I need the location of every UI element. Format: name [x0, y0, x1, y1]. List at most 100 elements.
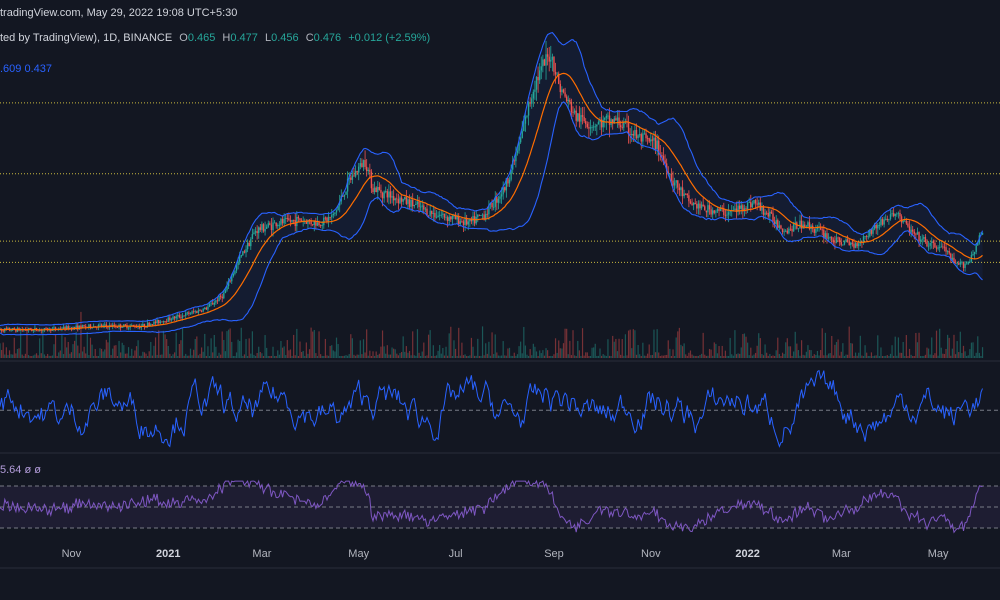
volume-bar [20, 329, 22, 358]
volume-bar [81, 351, 84, 358]
volume-bar [959, 331, 961, 358]
volume-bar [264, 335, 266, 358]
candle-body [210, 303, 212, 305]
volume-bar [312, 331, 314, 358]
candle-body [432, 212, 435, 214]
volume-bar [440, 353, 442, 358]
candle-body [672, 180, 674, 186]
volume-bar [561, 348, 563, 358]
volume-bar [148, 351, 150, 358]
candle-body [596, 124, 598, 127]
candle-body [937, 247, 939, 249]
candle-body [648, 138, 650, 142]
candle-body [199, 310, 201, 312]
candle-body [253, 232, 255, 235]
candle-body [329, 216, 331, 218]
volume-bar [612, 335, 614, 358]
volume-bar [47, 353, 49, 358]
volume-bar [269, 355, 271, 358]
volume-bar [775, 350, 777, 358]
candle-body [573, 110, 576, 113]
volume-bar [904, 355, 906, 358]
volume-bar [77, 345, 79, 358]
volume-bar [815, 354, 817, 358]
candle-body [823, 229, 825, 238]
candle-body [542, 59, 544, 67]
time-axis-label: Nov [641, 548, 661, 560]
candle-body [767, 213, 769, 217]
volume-bar [431, 355, 433, 358]
volume-bar [574, 355, 576, 358]
candle-body [797, 228, 800, 230]
volume-bar [4, 354, 6, 358]
candle-body [765, 212, 768, 214]
candle-body [740, 205, 742, 209]
volume-bar [889, 353, 892, 358]
candle-body [459, 221, 462, 225]
candle-body [364, 160, 366, 167]
volume-bar [399, 353, 401, 358]
volume-bar [391, 347, 393, 358]
volume-bar [21, 354, 23, 358]
volume-bar [600, 355, 603, 358]
volume-bar [220, 354, 222, 358]
volume-bar [934, 353, 936, 358]
volume-bar [489, 355, 492, 358]
candle-body [519, 138, 522, 143]
candle-body [343, 194, 346, 197]
candle-body [288, 218, 290, 221]
volume-bar [274, 355, 276, 358]
candle-body [650, 139, 652, 142]
candle-body [851, 242, 854, 244]
candle-body [232, 273, 235, 277]
volume-bar [788, 346, 790, 358]
volume-bar [147, 355, 149, 358]
candle-body [83, 325, 85, 327]
candle-body [467, 221, 469, 225]
volume-bar [458, 327, 460, 358]
volume-bar [743, 333, 746, 358]
candle-body [789, 228, 792, 230]
candle-body [762, 206, 765, 215]
candle-body [781, 228, 784, 233]
candle-body [608, 115, 611, 125]
candle-body [902, 220, 904, 223]
volume-bar [689, 350, 692, 358]
candle-body [499, 196, 501, 199]
volume-bar [415, 355, 417, 358]
volume-bar [110, 355, 112, 358]
price-chart[interactable] [0, 0, 1000, 600]
candle-body [881, 219, 884, 225]
volume-bar [758, 333, 760, 358]
volume-bar [289, 349, 292, 358]
volume-bar [605, 355, 607, 358]
volume-bar [335, 337, 338, 358]
candle-body [769, 211, 771, 217]
volume-bar [170, 355, 173, 358]
candle-body [958, 263, 960, 265]
volume-bar [747, 342, 749, 358]
volume-bar [875, 355, 877, 358]
volume-bar [620, 354, 622, 358]
volume-bar [443, 355, 446, 358]
candle-body [410, 199, 412, 207]
candle-body [431, 210, 433, 214]
volume-bar [426, 355, 428, 358]
volume-bar [669, 348, 671, 358]
volume-bar [824, 332, 826, 358]
volume-bar [307, 353, 309, 358]
candle-body [775, 220, 777, 225]
volume-bar [272, 346, 274, 358]
candle-body [538, 70, 541, 81]
volume-bar [93, 355, 95, 358]
candle-body [204, 307, 206, 309]
candle-body [480, 215, 482, 216]
volume-bar [739, 353, 741, 358]
volume-bar [215, 346, 217, 358]
candle-body [877, 225, 879, 229]
volume-bar [123, 345, 125, 358]
candle-body [875, 224, 877, 229]
volume-bar [354, 355, 357, 358]
candle-body [250, 239, 252, 247]
candle-body [858, 243, 860, 247]
